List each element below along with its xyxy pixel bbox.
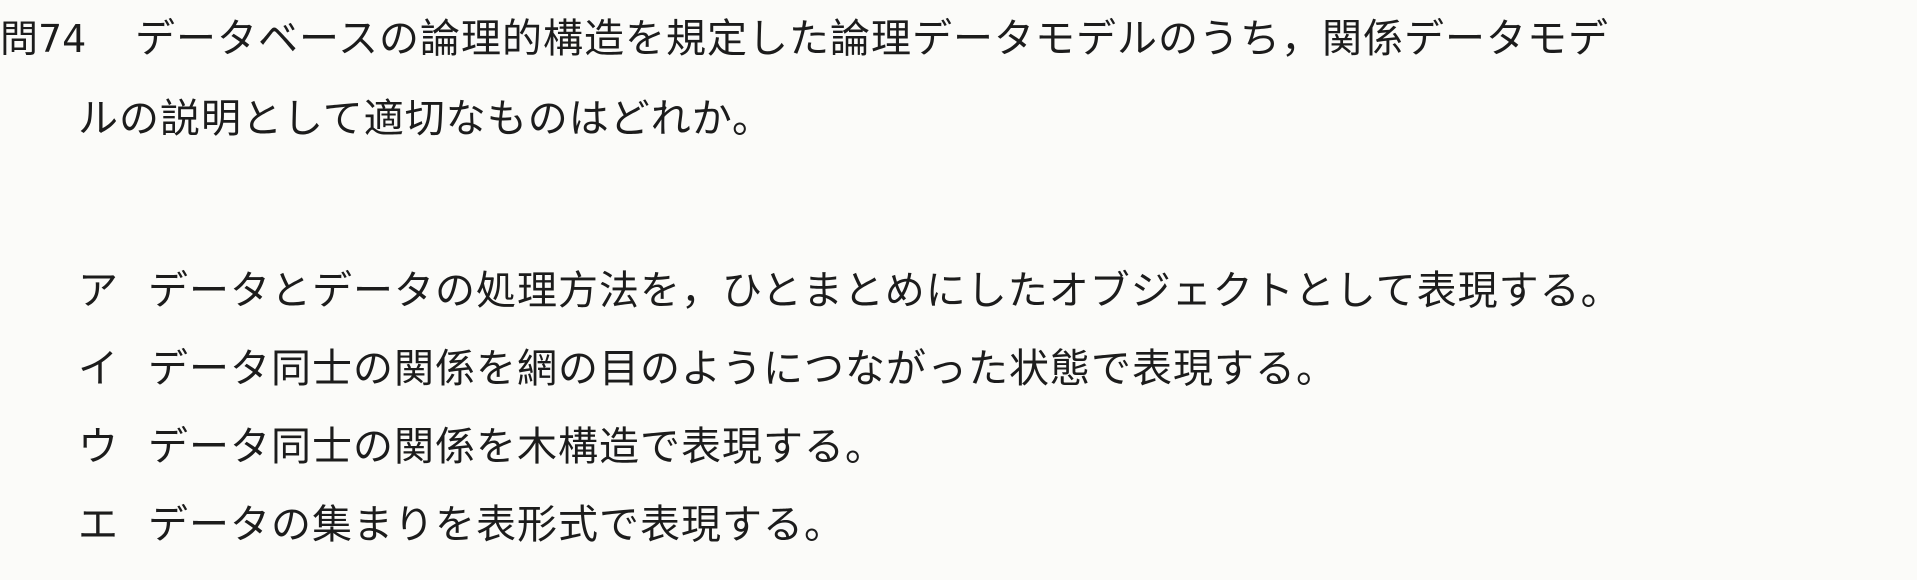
choice-e[interactable]: エ データの集まりを表形式で表現する。 [78,492,1878,570]
choice-u[interactable]: ウ データ同士の関係を木構造で表現する。 [78,414,1878,492]
choice-text: データ同士の関係を木構造で表現する。 [148,424,886,470]
choice-text: データとデータの処理方法を，ひとまとめにしたオブジェクトとして表現する。 [148,268,1622,314]
question-block: 問74 データベースの論理的構造を規定した論理データモデルのうち，関係データモデ… [0,6,1900,152]
question-line-1: 問74 データベースの論理的構造を規定した論理データモデルのうち，関係データモデ [0,6,1900,72]
question-number: 問74 [0,17,87,61]
choice-label: ウ [78,424,119,470]
choice-i[interactable]: イ データ同士の関係を網の目のようにつながった状態で表現する。 [78,336,1878,414]
choice-text: データの集まりを表形式で表現する。 [148,502,845,548]
choice-label: イ [78,346,119,392]
question-text-line-1: データベースの論理的構造を規定した論理データモデルのうち，関係データモデ [135,16,1609,62]
exam-page: 問74 データベースの論理的構造を規定した論理データモデルのうち，関係データモデ… [0,0,1917,580]
answer-choices: ア データとデータの処理方法を，ひとまとめにしたオブジェクトとして表現する。 イ… [78,258,1878,570]
choice-a[interactable]: ア データとデータの処理方法を，ひとまとめにしたオブジェクトとして表現する。 [78,258,1878,336]
choice-label: エ [78,502,119,548]
choice-label: ア [78,268,119,314]
choice-text: データ同士の関係を網の目のようにつながった状態で表現する。 [148,346,1337,392]
question-text-line-2: ルの説明として適切なものはどれか。 [78,96,773,142]
